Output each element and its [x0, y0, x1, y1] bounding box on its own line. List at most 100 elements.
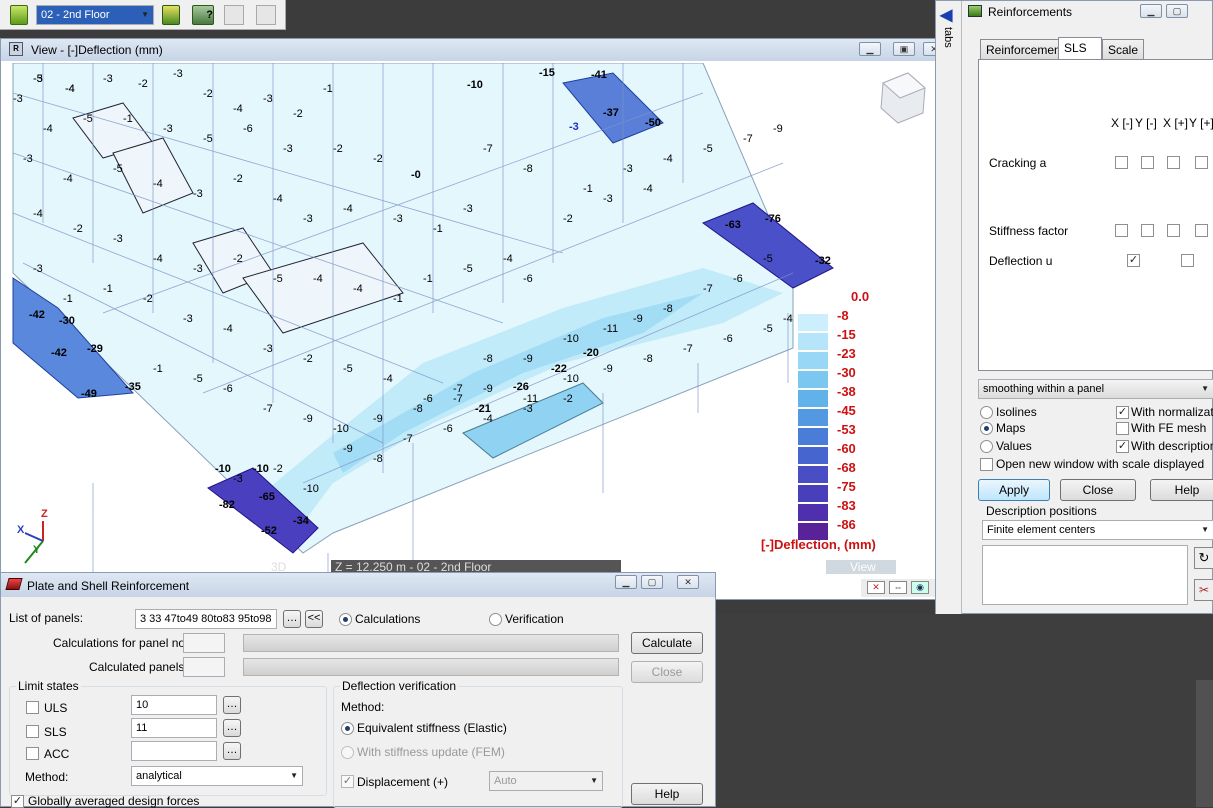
status-view[interactable]: View	[826, 560, 896, 574]
description-checkbox[interactable]: ✓	[1116, 440, 1129, 453]
stiffness-update-label: With stiffness update (FEM)	[357, 745, 505, 759]
sls-checkbox[interactable]	[26, 725, 39, 738]
legend-value: -38	[837, 384, 856, 399]
map-value-label: -3	[113, 233, 123, 245]
stiffness-y-minus-checkbox[interactable]	[1141, 224, 1154, 237]
maps-radio[interactable]	[980, 422, 993, 435]
list-of-panels-input[interactable]: 3 33 47to49 80to83 95to98	[135, 609, 277, 629]
story-up-icon[interactable]	[162, 5, 180, 25]
side-tabs-label[interactable]: tabs	[942, 27, 954, 48]
deflection-plus-checkbox[interactable]	[1181, 254, 1194, 267]
map-value-label: -3	[23, 153, 33, 165]
legend-value: -83	[837, 498, 856, 513]
col-header-y-plus: Y [+]	[1189, 116, 1213, 130]
sls-browse-button[interactable]: …	[223, 719, 241, 737]
plate-help-button[interactable]: Help	[631, 783, 703, 805]
uls-browse-button[interactable]: …	[223, 696, 241, 714]
reinforcements-titlebar: Reinforcements ▁ ▢	[962, 1, 1212, 23]
panel-restore-button[interactable]: ▢	[1166, 4, 1188, 18]
map-peak-value-label: -52	[261, 525, 277, 537]
map-value-label: -6	[223, 383, 233, 395]
acc-checkbox[interactable]	[26, 747, 39, 760]
map-value-label: -9	[603, 363, 613, 375]
plate-close-x-button[interactable]: ✕	[677, 575, 699, 589]
maximize-button[interactable]: ▣	[893, 42, 915, 56]
cut-icon[interactable]: ✂	[1194, 579, 1213, 601]
back-arrow-icon[interactable]: ◀	[940, 5, 952, 25]
cracking-x-minus-checkbox[interactable]	[1115, 156, 1128, 169]
legend-row: -15	[793, 327, 933, 350]
plate-minimize-button[interactable]: ▁	[615, 575, 637, 589]
desc-positions-select[interactable]: Finite element centers	[982, 520, 1213, 540]
tab-reinforcement[interactable]: Reinforcement	[980, 39, 1071, 59]
smoothing-select[interactable]: smoothing within a panel	[978, 379, 1213, 399]
map-value-label: -5	[763, 253, 773, 265]
sls-tab-content: X [-] Y [-] X [+] Y [+] Cracking a Stiff…	[978, 59, 1213, 371]
isolines-radio[interactable]	[980, 406, 993, 419]
normalization-checkbox[interactable]: ✓	[1116, 406, 1129, 419]
plate-restore-button[interactable]: ▢	[641, 575, 663, 589]
globally-averaged-label: Globally averaged design forces	[28, 794, 200, 808]
tab-sls[interactable]: SLS	[1058, 37, 1102, 59]
calculations-radio[interactable]	[339, 613, 352, 626]
new-window-checkbox[interactable]	[980, 458, 993, 471]
stiffness-x-plus-checkbox[interactable]	[1167, 224, 1180, 237]
verification-radio[interactable]	[489, 613, 502, 626]
uls-checkbox[interactable]	[26, 701, 39, 714]
acc-input[interactable]	[131, 741, 217, 761]
stiffness-y-plus-checkbox[interactable]	[1195, 224, 1208, 237]
tool-b-icon[interactable]: ⇔	[889, 581, 907, 594]
list-of-panels-select-button[interactable]: <<	[305, 610, 323, 628]
fe-mesh-checkbox[interactable]	[1116, 422, 1129, 435]
panel-help-button[interactable]: Help	[1150, 479, 1213, 501]
legend-value: -15	[837, 327, 856, 342]
globally-averaged-checkbox[interactable]: ✓	[11, 795, 24, 808]
deflection-minus-checkbox[interactable]: ✓	[1127, 254, 1140, 267]
apply-button[interactable]: Apply	[978, 479, 1050, 501]
story-select[interactable]: 02 - 2nd Floor	[36, 5, 154, 25]
calculate-button[interactable]: Calculate	[631, 632, 703, 654]
method-select[interactable]: analytical	[131, 766, 303, 786]
map-value-label: -4	[65, 83, 75, 95]
story-paste-icon[interactable]	[256, 5, 276, 25]
refresh-icon[interactable]: ↻	[1194, 547, 1213, 569]
panel-minimize-button[interactable]: ▁	[1140, 4, 1162, 18]
map-peak-value-label: -76	[765, 213, 781, 225]
uls-input[interactable]: 10	[131, 695, 217, 715]
sls-input[interactable]: 11	[131, 718, 217, 738]
cracking-label: Cracking a	[989, 156, 1047, 170]
map-value-label: -3	[603, 193, 613, 205]
stiffness-x-minus-checkbox[interactable]	[1115, 224, 1128, 237]
cracking-x-plus-checkbox[interactable]	[1167, 156, 1180, 169]
tool-a-icon[interactable]: ✕	[867, 581, 885, 594]
cracking-y-minus-checkbox[interactable]	[1141, 156, 1154, 169]
plate-close-button[interactable]: Close	[631, 661, 703, 683]
acc-browse-button[interactable]: …	[223, 742, 241, 760]
map-value-label: -1	[323, 83, 333, 95]
displacement-checkbox[interactable]: ✓	[341, 775, 354, 788]
stiffness-update-radio[interactable]	[341, 746, 354, 759]
displacement-select[interactable]: Auto	[489, 771, 603, 791]
map-value-label: -5	[193, 373, 203, 385]
legend-value: -23	[837, 346, 856, 361]
values-radio[interactable]	[980, 440, 993, 453]
model-canvas[interactable]: Z X Y -3 -4 -3 -2 -3 -2 -4 -3 -2 -1 -3 -4 -5 -1 -3 -5 -6…	[3, 63, 935, 573]
map-value-label: -2	[233, 253, 243, 265]
tool-c-icon[interactable]: ◉	[911, 581, 929, 594]
story-help-icon[interactable]: ?	[192, 5, 214, 25]
list-of-panels-browse-button[interactable]: …	[283, 610, 301, 628]
equiv-stiffness-radio[interactable]	[341, 722, 354, 735]
map-peak-value-label: -22	[551, 363, 567, 375]
panel-close-button[interactable]: Close	[1060, 479, 1136, 501]
method-label: Method:	[25, 770, 69, 784]
tab-scale[interactable]: Scale	[1102, 39, 1145, 59]
desc-list[interactable]	[982, 545, 1188, 605]
map-value-label: -10	[333, 423, 349, 435]
reinforcement-icon	[968, 5, 982, 17]
map-peak-value-label: -63	[725, 219, 741, 231]
story-icon[interactable]	[10, 5, 28, 25]
legend-row: -38	[793, 384, 933, 407]
minimize-button[interactable]: ▁	[859, 42, 881, 56]
cracking-y-plus-checkbox[interactable]	[1195, 156, 1208, 169]
story-copy-icon[interactable]	[224, 5, 244, 25]
